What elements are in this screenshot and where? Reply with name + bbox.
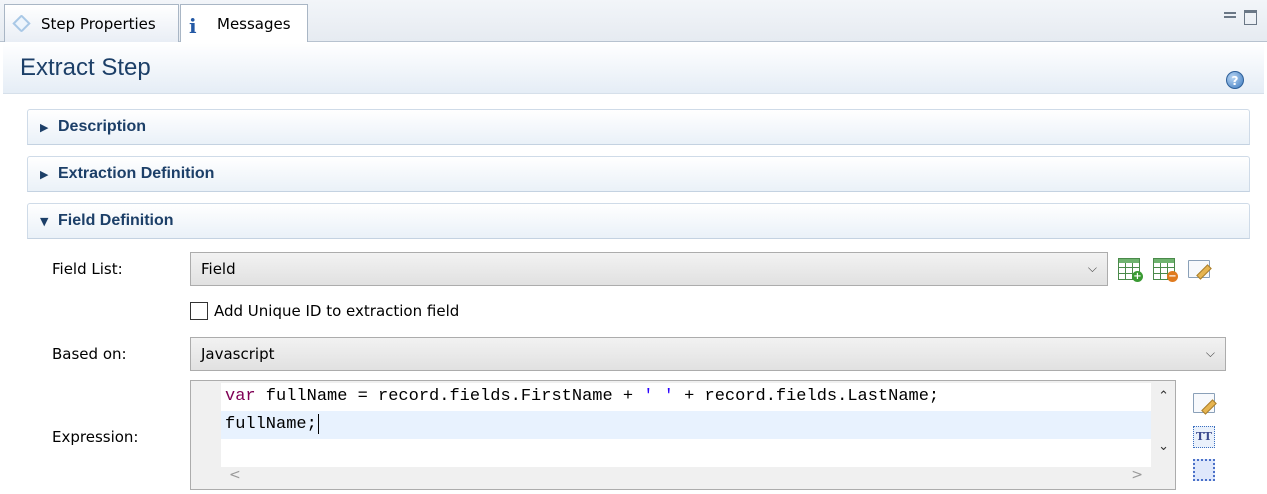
section-extraction-definition[interactable]: ▶ Extraction Definition: [27, 156, 1250, 192]
page-header: Extract Step ?: [3, 43, 1264, 94]
section-field-definition[interactable]: ▼ Field Definition: [27, 203, 1250, 239]
section-title: Extraction Definition: [58, 165, 215, 182]
chevron-down-icon: ▼: [40, 214, 49, 228]
section-title: Description: [58, 118, 147, 135]
horizontal-scrollbar[interactable]: < >: [221, 467, 1151, 485]
field-list-dropdown[interactable]: Field ⌵: [190, 252, 1108, 286]
expression-label: Expression:: [52, 428, 139, 446]
section-title: Field Definition: [58, 212, 174, 229]
insert-field-icon[interactable]: TT: [1193, 426, 1215, 448]
scroll-left-icon[interactable]: <: [229, 467, 241, 483]
unique-id-checkbox[interactable]: [190, 302, 208, 320]
edit-expression-icon[interactable]: [1193, 393, 1215, 413]
tab-messages[interactable]: i Messages: [180, 4, 308, 42]
chevron-down-icon: ⌵: [1205, 346, 1215, 360]
chevron-right-icon: ▶: [40, 120, 49, 134]
window-controls: [1224, 10, 1257, 25]
page-title: Extract Step: [20, 54, 151, 81]
tab-label: Step Properties: [41, 14, 156, 33]
based-on-dropdown[interactable]: Javascript ⌵: [190, 337, 1226, 371]
field-list-value: Field: [201, 260, 236, 278]
tab-step-properties[interactable]: Step Properties: [4, 4, 179, 42]
scroll-down-icon[interactable]: ⌄: [1158, 439, 1169, 454]
code-line: var fullName = record.fields.FirstName +…: [225, 387, 940, 406]
section-description[interactable]: ▶ Description: [27, 109, 1250, 145]
unique-id-checkbox-row[interactable]: Add Unique ID to extraction field: [190, 302, 459, 320]
maximize-icon[interactable]: [1244, 10, 1257, 25]
info-icon: i: [189, 13, 197, 38]
view-tab-bar: Step Properties i Messages: [0, 0, 1267, 42]
remove-field-icon[interactable]: −: [1153, 258, 1178, 282]
rename-field-icon[interactable]: [1188, 260, 1210, 278]
expression-editor[interactable]: var fullName = record.fields.FirstName +…: [190, 380, 1176, 490]
scroll-up-icon[interactable]: ⌃: [1158, 389, 1169, 404]
code-line-current: fullName;: [221, 411, 1151, 439]
select-region-icon[interactable]: [1193, 459, 1215, 481]
add-field-icon[interactable]: +: [1118, 258, 1143, 282]
tag-icon: [12, 13, 33, 34]
code-area[interactable]: var fullName = record.fields.FirstName +…: [221, 383, 1151, 467]
text-caret: [317, 413, 319, 434]
based-on-label: Based on:: [52, 345, 127, 363]
scroll-right-icon[interactable]: >: [1131, 467, 1143, 483]
field-list-label: Field List:: [52, 260, 123, 278]
chevron-down-icon: ⌵: [1087, 261, 1097, 275]
based-on-value: Javascript: [201, 345, 275, 363]
minimize-icon[interactable]: [1224, 12, 1236, 18]
unique-id-checkbox-label: Add Unique ID to extraction field: [214, 302, 460, 320]
tab-label: Messages: [217, 14, 291, 33]
chevron-right-icon: ▶: [40, 167, 49, 181]
help-icon[interactable]: ?: [1226, 71, 1244, 89]
